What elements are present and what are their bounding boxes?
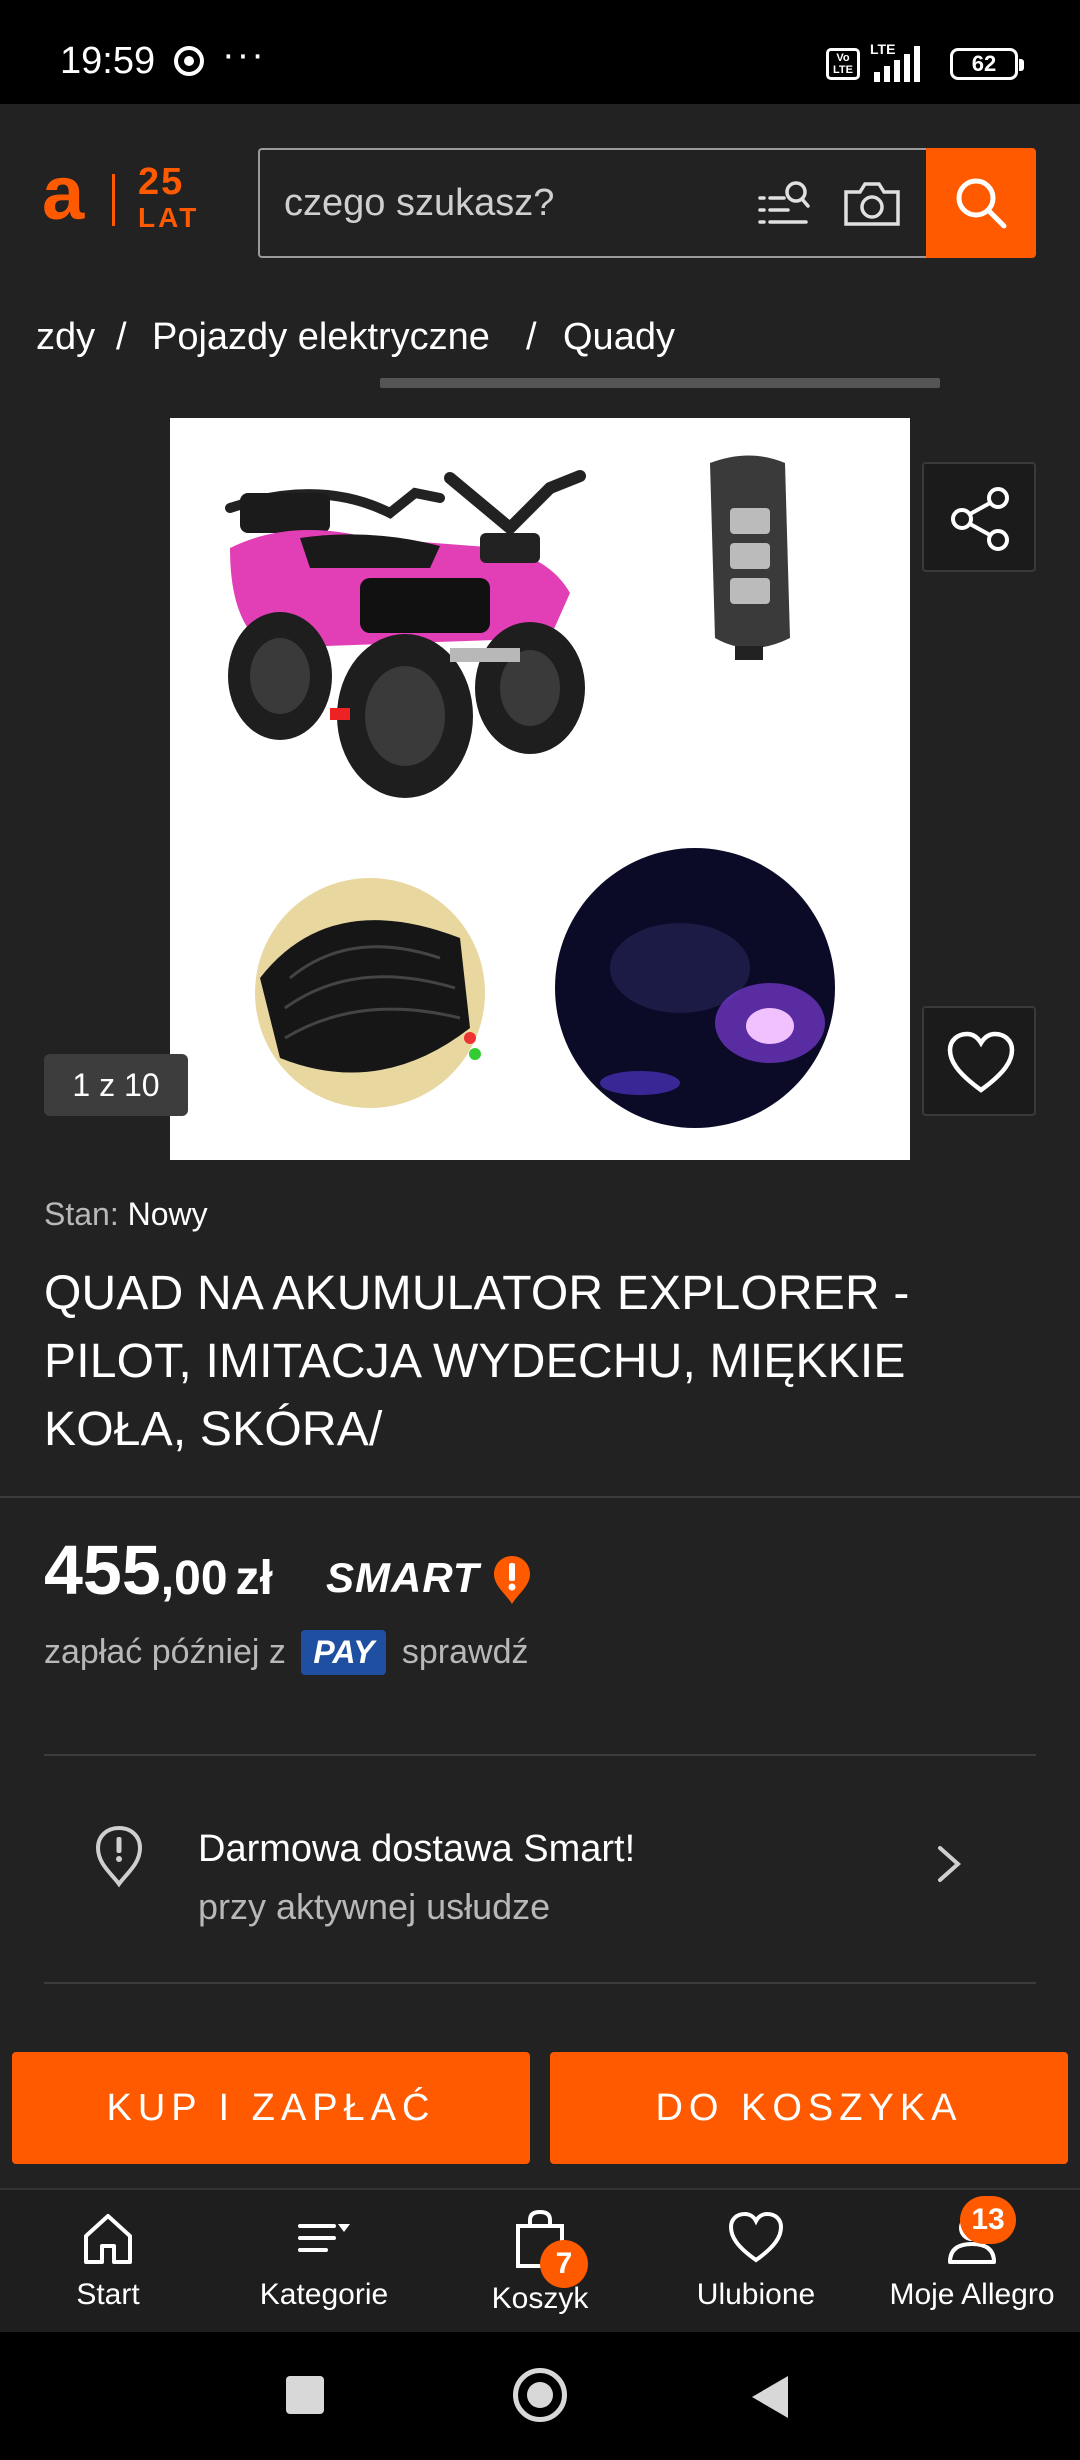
nav-label: Ulubione [696,2278,816,2311]
price-currency: zł [235,1552,273,1605]
categories-icon [298,2224,350,2252]
home-icon [84,2214,132,2264]
header: a 25 LAT [0,104,1080,304]
breadcrumb-item[interactable]: Quady [563,316,675,359]
product-title: QUAD NA AKUMULATOR EXPLORER - PILOT, IMI… [44,1267,910,1456]
logo-letter: a [42,151,85,236]
nav-item-moje-allegro[interactable]: 13 Moje Allegro [864,2190,1080,2334]
chevron-right-icon [938,1846,962,1882]
action-bar: KUP I ZAPŁAĆ DO KOSZYKA [0,2032,1080,2188]
system-nav-bar [0,2332,1080,2460]
breadcrumb-item[interactable]: zdy [36,316,95,359]
status-time: 19:59 [60,40,156,82]
nav-item-kategorie[interactable]: Kategorie [216,2190,432,2334]
breadcrumb: zdy / Pojazdy elektryczne / Quady [0,304,1080,404]
breadcrumb-separator: / [116,316,127,358]
chrome-icon [174,46,204,76]
share-icon [951,487,1009,551]
bottom-nav: Start Kategorie 7 Koszyk Ulubione 13 Moj… [0,2188,1080,2332]
nav-label: Kategorie [259,2278,389,2311]
product-image[interactable] [170,418,910,1160]
svg-text:LTE: LTE [870,41,895,57]
nav-label: Koszyk [491,2282,589,2315]
breadcrumb-item[interactable]: Pojazdy elektryczne [152,316,490,359]
price-cents: ,00 [160,1552,228,1605]
logo-lat: LAT [138,202,200,233]
breadcrumb-separator: / [526,316,537,358]
delivery-title: Darmowa dostawa Smart! [198,1828,636,1870]
heart-icon [728,2211,784,2263]
paylater-prefix: zapłać później z [44,1633,286,1671]
condition-label: Stan: [44,1196,119,1232]
delivery-subtitle: przy aktywnej usłudze [198,1886,551,1927]
smart-badge[interactable]: SMART [326,1554,480,1602]
divider [0,1496,1080,1498]
back-button[interactable] [752,2376,788,2418]
location-pin-icon [95,1825,143,1888]
seat-illustration [255,878,485,1108]
quad-photo [225,455,835,1128]
add-to-cart-button[interactable]: DO KOSZYKA [550,2052,1068,2164]
battery-icon: 62 [950,48,1024,80]
smart-exclamation-icon [494,1556,530,1604]
logo-divider [112,174,115,226]
search-box [258,148,928,258]
search-icon [956,178,1007,229]
favorite-button[interactable] [922,1006,1036,1116]
divider [44,1982,1036,1984]
breadcrumb-scrollbar [380,378,940,388]
product-condition: Stan: Nowy [44,1196,208,1233]
pay-later-row[interactable]: zapłać później z PAY sprawdź [44,1630,528,1675]
volte-icon: Vo LTE [826,48,860,80]
home-button[interactable] [513,2368,567,2422]
list-search-icon[interactable] [756,178,812,232]
nav-item-ulubione[interactable]: Ulubione [648,2190,864,2334]
light-illustration [555,848,835,1128]
account-badge: 13 [960,2196,1016,2244]
allegro-pay-badge: PAY [301,1630,387,1675]
nav-item-start[interactable]: Start [0,2190,216,2334]
recents-button[interactable] [286,2376,324,2414]
heart-icon [947,1031,1015,1093]
price: 455,00 zł [44,1530,273,1610]
paylater-check-link[interactable]: sprawdź [402,1633,529,1671]
logo-years: 25 [138,161,185,203]
cart-badge: 7 [540,2240,588,2288]
signal-icon: LTE [870,41,920,82]
camera-icon[interactable] [842,178,902,230]
share-button[interactable] [922,462,1036,572]
buy-now-button[interactable]: KUP I ZAPŁAĆ [12,2052,530,2164]
status-more-dots: ··· [222,34,266,76]
image-counter: 1 z 10 [44,1054,188,1116]
price-main: 455 [44,1531,161,1609]
nav-label: Start [76,2278,140,2311]
search-input[interactable] [284,150,724,256]
quad-illustration [225,470,586,798]
condition-value: Nowy [127,1196,208,1232]
remote-illustration [710,455,790,660]
nav-label: Moje Allegro [889,2278,1055,2311]
search-button[interactable] [926,148,1036,258]
delivery-row[interactable]: Darmowa dostawa Smart! przy aktywnej usł… [44,1756,1036,1982]
status-bar: 19:59 ··· Vo LTE LTE 62 [0,0,1080,104]
nav-item-koszyk[interactable]: 7 Koszyk [432,2190,648,2334]
